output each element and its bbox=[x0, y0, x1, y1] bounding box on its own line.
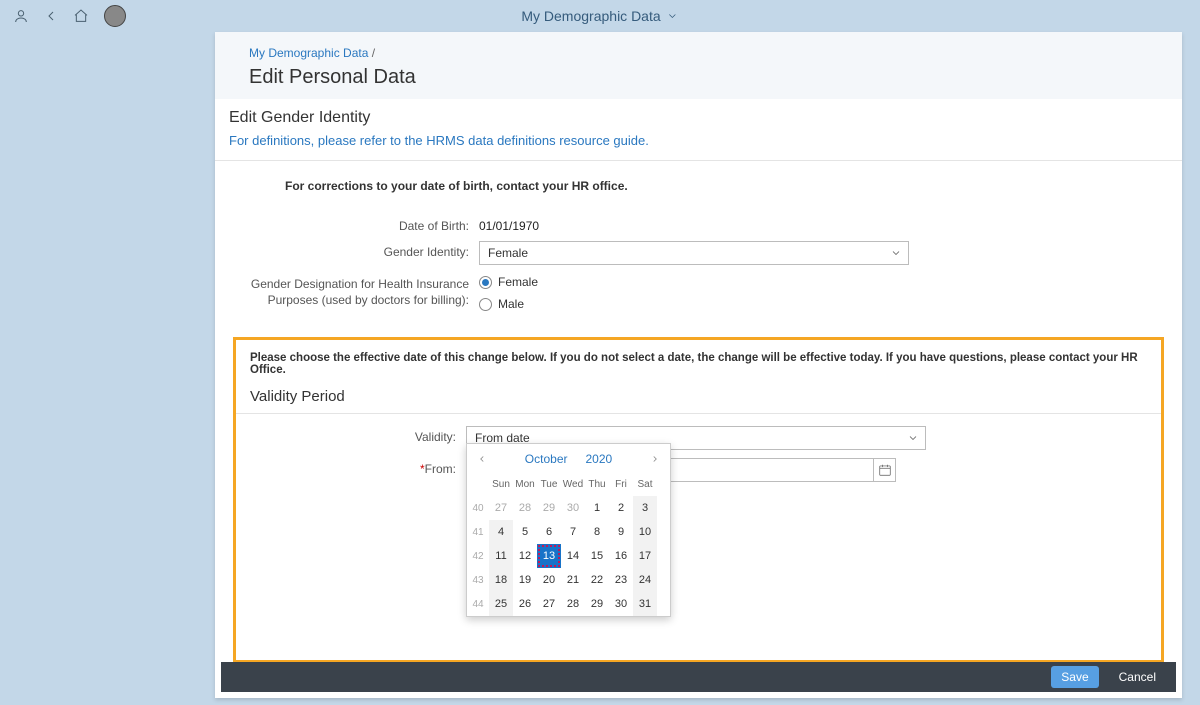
cal-day[interactable]: 18 bbox=[489, 568, 513, 592]
cal-week-num: 43 bbox=[467, 568, 489, 592]
shell-bar: My Demographic Data bbox=[0, 0, 1200, 32]
page-card: My Demographic Data / Edit Personal Data… bbox=[215, 32, 1182, 698]
cal-day[interactable]: 12 bbox=[513, 544, 537, 568]
cal-day[interactable]: 10 bbox=[633, 520, 657, 544]
cal-day[interactable]: 20 bbox=[537, 568, 561, 592]
cal-week-num: 40 bbox=[467, 496, 489, 520]
calendar-grid: SunMonTueWedThuFriSat4027282930123414567… bbox=[467, 472, 670, 616]
cal-day[interactable]: 6 bbox=[537, 520, 561, 544]
cal-day[interactable]: 28 bbox=[513, 496, 537, 520]
cal-day[interactable]: 31 bbox=[633, 592, 657, 616]
cal-day[interactable]: 29 bbox=[537, 496, 561, 520]
user-icon[interactable] bbox=[10, 5, 32, 27]
validity-note: Please choose the effective date of this… bbox=[250, 352, 1147, 376]
shell-title-label: My Demographic Data bbox=[521, 8, 660, 24]
cal-day[interactable]: 25 bbox=[489, 592, 513, 616]
cal-dow: Mon bbox=[513, 472, 537, 496]
cal-day[interactable]: 7 bbox=[561, 520, 585, 544]
form: Date of Birth: 01/01/1970 Gender Identit… bbox=[215, 207, 1182, 321]
home-icon[interactable] bbox=[70, 5, 92, 27]
cal-prev[interactable] bbox=[473, 450, 491, 468]
gender-designation-label: Gender Designation for Health Insurance … bbox=[229, 273, 479, 308]
radio-male-label: Male bbox=[498, 297, 524, 311]
dob-value: 01/01/1970 bbox=[479, 215, 539, 233]
dob-label: Date of Birth: bbox=[229, 215, 479, 233]
radio-icon bbox=[479, 276, 492, 289]
cal-day[interactable]: 13 bbox=[537, 544, 561, 568]
cal-day[interactable]: 16 bbox=[609, 544, 633, 568]
cal-year[interactable]: 2020 bbox=[585, 452, 612, 466]
logo-icon bbox=[104, 5, 126, 27]
cal-day[interactable]: 22 bbox=[585, 568, 609, 592]
page-title: Edit Personal Data bbox=[249, 66, 1148, 89]
cal-day[interactable]: 15 bbox=[585, 544, 609, 568]
cal-day[interactable]: 14 bbox=[561, 544, 585, 568]
gender-identity-value: Female bbox=[488, 246, 528, 260]
radio-male[interactable]: Male bbox=[479, 297, 538, 311]
help-link[interactable]: For definitions, please refer to the HRM… bbox=[229, 133, 649, 148]
cal-day[interactable]: 1 bbox=[585, 496, 609, 520]
from-label: *From: bbox=[250, 458, 466, 476]
radio-icon bbox=[479, 298, 492, 311]
section-title: Edit Gender Identity bbox=[215, 99, 1182, 133]
cal-day[interactable]: 9 bbox=[609, 520, 633, 544]
cal-dow: Wed bbox=[561, 472, 585, 496]
cal-week-num: 41 bbox=[467, 520, 489, 544]
validity-box: Please choose the effective date of this… bbox=[233, 337, 1164, 663]
cal-day[interactable]: 3 bbox=[633, 496, 657, 520]
cal-week-num: 42 bbox=[467, 544, 489, 568]
cal-corner bbox=[467, 472, 489, 496]
cal-day[interactable]: 26 bbox=[513, 592, 537, 616]
cal-week-num: 44 bbox=[467, 592, 489, 616]
cal-day[interactable]: 19 bbox=[513, 568, 537, 592]
cal-day[interactable]: 27 bbox=[537, 592, 561, 616]
cal-dow: Tue bbox=[537, 472, 561, 496]
cal-day[interactable]: 8 bbox=[585, 520, 609, 544]
cal-day[interactable]: 24 bbox=[633, 568, 657, 592]
chevron-down-icon bbox=[890, 247, 902, 259]
footer-bar: Save Cancel bbox=[221, 662, 1176, 692]
breadcrumb-root[interactable]: My Demographic Data bbox=[249, 46, 368, 60]
validity-title: Validity Period bbox=[250, 388, 1147, 405]
cal-day[interactable]: 30 bbox=[561, 496, 585, 520]
cal-dow: Thu bbox=[585, 472, 609, 496]
chevron-down-icon bbox=[667, 10, 679, 22]
cal-dow: Sun bbox=[489, 472, 513, 496]
cal-day[interactable]: 23 bbox=[609, 568, 633, 592]
cal-day[interactable]: 2 bbox=[609, 496, 633, 520]
cancel-button[interactable]: Cancel bbox=[1109, 666, 1166, 688]
cal-day[interactable]: 4 bbox=[489, 520, 513, 544]
help-link-row: For definitions, please refer to the HRM… bbox=[215, 133, 1182, 161]
cal-day[interactable]: 29 bbox=[585, 592, 609, 616]
calendar-button[interactable] bbox=[873, 459, 895, 481]
cal-next[interactable] bbox=[646, 450, 664, 468]
cal-day[interactable]: 11 bbox=[489, 544, 513, 568]
cal-day[interactable]: 28 bbox=[561, 592, 585, 616]
crumb-area: My Demographic Data / Edit Personal Data bbox=[215, 32, 1182, 99]
gender-identity-select[interactable]: Female bbox=[479, 241, 909, 265]
cal-day[interactable]: 5 bbox=[513, 520, 537, 544]
back-icon[interactable] bbox=[40, 5, 62, 27]
breadcrumb: My Demographic Data / bbox=[249, 46, 1148, 60]
dob-instruction: For corrections to your date of birth, c… bbox=[215, 165, 1182, 207]
cal-day[interactable]: 30 bbox=[609, 592, 633, 616]
gender-designation-radios: Female Male bbox=[479, 273, 538, 313]
calendar-popover: October 2020 SunMonTueWedThuFriSat402728… bbox=[466, 443, 671, 617]
cal-month[interactable]: October bbox=[525, 452, 568, 466]
chevron-down-icon bbox=[907, 432, 919, 444]
cal-dow: Fri bbox=[609, 472, 633, 496]
radio-female[interactable]: Female bbox=[479, 275, 538, 289]
gender-identity-label: Gender Identity: bbox=[229, 241, 479, 259]
save-button[interactable]: Save bbox=[1051, 666, 1098, 688]
radio-female-label: Female bbox=[498, 275, 538, 289]
breadcrumb-sep: / bbox=[372, 46, 375, 60]
cal-day[interactable]: 17 bbox=[633, 544, 657, 568]
cal-dow: Sat bbox=[633, 472, 657, 496]
cal-day[interactable]: 27 bbox=[489, 496, 513, 520]
validity-label: Validity: bbox=[250, 426, 466, 444]
cal-day[interactable]: 21 bbox=[561, 568, 585, 592]
shell-title-dropdown[interactable]: My Demographic Data bbox=[521, 8, 678, 24]
calendar-icon bbox=[878, 463, 892, 477]
